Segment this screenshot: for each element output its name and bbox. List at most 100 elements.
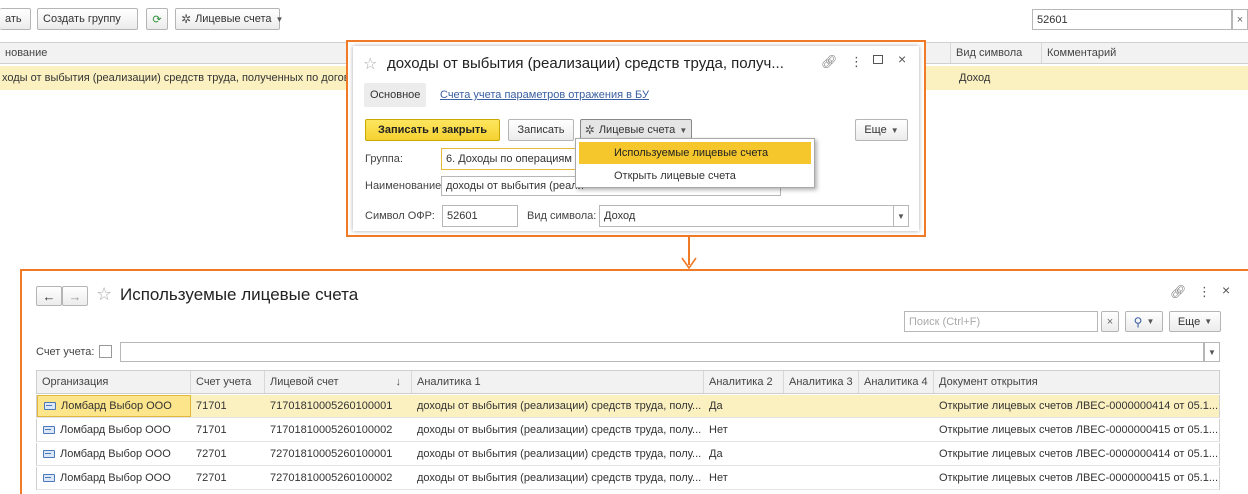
save-button[interactable]: Записать xyxy=(508,119,574,141)
background-toolbar: ать Создать группу ⟳ ✲ Лицевые счета ▼ 5… xyxy=(0,0,1248,40)
row-doc-text: Открытие лицевых счетов ЛВЕС-0000000414 … xyxy=(939,400,1219,412)
table-row[interactable]: Ломбард Выбор ООО 71701 7170181000526010… xyxy=(36,395,1220,418)
col-account[interactable]: Счет учета xyxy=(191,371,265,393)
row-org-text: Ломбард Выбор ООО xyxy=(60,424,171,436)
account-filter-checkbox[interactable] xyxy=(99,345,112,358)
bg-col-symbol-type[interactable]: Вид символа xyxy=(950,43,1042,63)
col-personal-account[interactable]: Лицевой счет ↓ xyxy=(265,371,412,393)
connector-arrow-icon xyxy=(681,257,697,270)
row-org: Ломбард Выбор ООО xyxy=(37,419,191,441)
menu-item-used-accounts[interactable]: Используемые лицевые счета xyxy=(579,142,811,164)
row-account-text: 72701 xyxy=(196,472,227,484)
account-filter-dropdown[interactable]: ▼ xyxy=(1204,342,1220,362)
more-button[interactable]: Еще ▼ xyxy=(855,119,908,141)
row-doc: Открытие лицевых счетов ЛВЕС-0000000415 … xyxy=(934,419,1221,441)
symbol-field[interactable]: 52601 xyxy=(442,205,518,227)
row-an2: Да xyxy=(704,443,784,465)
kebab-icon[interactable]: ⋮ xyxy=(850,54,863,70)
row-an1: доходы от выбытия (реализации) средств т… xyxy=(412,467,704,489)
forward-button[interactable]: → xyxy=(62,286,88,306)
close-icon[interactable]: × xyxy=(1222,282,1230,298)
menu-item-open-accounts[interactable]: Открыть лицевые счета xyxy=(579,165,811,187)
row-an2: Нет xyxy=(704,419,784,441)
more-label: Еще xyxy=(864,124,887,136)
chevron-down-icon: ▼ xyxy=(897,211,905,221)
row-personal-text: 72701810005260100002 xyxy=(270,472,393,484)
create-group-button[interactable]: Создать группу xyxy=(37,8,138,30)
search-input[interactable]: Поиск (Ctrl+F) xyxy=(904,311,1098,332)
row-org-text: Ломбард Выбор ООО xyxy=(61,400,172,412)
col-analytics-4[interactable]: Аналитика 4 xyxy=(859,371,934,393)
search-button[interactable]: ⚲ ▼ xyxy=(1125,311,1163,332)
account-filter-label: Счет учета: xyxy=(36,346,95,358)
used-accounts-window: ← → ☆ Используемые лицевые счета 🔗︎ ⋮ × … xyxy=(20,269,1248,494)
save-close-label: Записать и закрыть xyxy=(377,124,488,136)
row-org-text: Ломбард Выбор ООО xyxy=(60,448,171,460)
search-clear-button[interactable]: × xyxy=(1101,311,1119,332)
row-an2: Да xyxy=(704,395,784,417)
col-analytics-1[interactable]: Аналитика 1 xyxy=(412,371,704,393)
symbol-type-field[interactable]: Доход xyxy=(599,205,894,227)
col-an4-label: Аналитика 4 xyxy=(864,376,928,388)
bg-col-comment[interactable]: Комментарий xyxy=(1042,43,1248,63)
bg-col-comment-label: Комментарий xyxy=(1047,47,1117,59)
bg-col-symbol-type-label: Вид символа xyxy=(956,47,1023,59)
link-icon[interactable]: 🔗︎ xyxy=(1170,284,1187,300)
row-personal: 72701810005260100001 xyxy=(265,443,412,465)
col-an2-label: Аналитика 2 xyxy=(709,376,773,388)
table-row[interactable]: Ломбард Выбор ООО 72701 7270181000526010… xyxy=(36,443,1220,466)
row-doc-text: Открытие лицевых счетов ЛВЕС-0000000415 … xyxy=(939,424,1219,436)
symbol-type-value: Доход xyxy=(604,210,636,222)
bg-row-symbol-type: Доход xyxy=(950,66,1042,90)
link-icon[interactable]: 🔗︎ xyxy=(821,54,838,70)
bg-search-input[interactable]: 52601 xyxy=(1032,9,1232,30)
row-an2-text: Да xyxy=(709,400,723,412)
save-label: Записать xyxy=(517,124,565,136)
partial-create-label: ать xyxy=(5,13,22,25)
maximize-icon[interactable] xyxy=(873,55,883,64)
bg-search-value: 52601 xyxy=(1037,13,1068,26)
col-analytics-2[interactable]: Аналитика 2 xyxy=(704,371,784,393)
grid-header: Организация Счет учета Лицевой счет ↓ Ан… xyxy=(36,370,1220,394)
back-button[interactable]: ← xyxy=(36,286,62,306)
bg-accounts-button[interactable]: ✲ Лицевые счета ▼ xyxy=(175,8,283,30)
row-an1-text: доходы от выбытия (реализации) средств т… xyxy=(417,472,702,484)
name-value: доходы от выбытия (реали xyxy=(446,180,584,192)
chevron-down-icon: ▼ xyxy=(1146,317,1155,326)
save-close-button[interactable]: Записать и закрыть xyxy=(365,119,500,141)
col-analytics-3[interactable]: Аналитика 3 xyxy=(784,371,859,393)
chevron-down-icon: ▼ xyxy=(1208,347,1216,357)
row-doc-text: Открытие лицевых счетов ЛВЕС-0000000414 … xyxy=(939,448,1219,460)
refresh-button[interactable]: ⟳ xyxy=(146,8,168,30)
close-icon[interactable]: × xyxy=(898,51,906,67)
table-row[interactable]: Ломбард Выбор ООО 71701 7170181000526010… xyxy=(36,419,1220,442)
tab-main[interactable]: Основное xyxy=(364,83,427,107)
sort-arrow-icon: ↓ xyxy=(395,376,402,388)
row-an1-text: доходы от выбытия (реализации) средств т… xyxy=(417,448,702,460)
star-icon[interactable]: ☆ xyxy=(363,54,377,74)
bg-row-name-text: ходы от выбытия (реализации) средств тру… xyxy=(2,72,362,84)
more-button[interactable]: Еще ▼ xyxy=(1169,311,1221,332)
col-org[interactable]: Организация xyxy=(37,371,191,393)
row-doc-text: Открытие лицевых счетов ЛВЕС-0000000415 … xyxy=(939,472,1219,484)
row-an1: доходы от выбытия (реализации) средств т… xyxy=(412,419,704,441)
back-arrow-icon: ← xyxy=(42,288,56,304)
row-account: 72701 xyxy=(191,443,265,465)
bg-search-clear-button[interactable]: × xyxy=(1232,9,1248,30)
kebab-icon[interactable]: ⋮ xyxy=(1198,284,1211,300)
row-org: Ломбард Выбор ООО xyxy=(37,467,191,489)
star-icon[interactable]: ☆ xyxy=(96,284,112,305)
row-an1-text: доходы от выбытия (реализации) средств т… xyxy=(417,424,702,436)
row-doc: Открытие лицевых счетов ЛВЕС-0000000415 … xyxy=(934,467,1221,489)
group-field[interactable]: 6. Доходы по операциям с xyxy=(441,148,581,170)
partial-create-button[interactable]: ать xyxy=(0,8,31,30)
tab-main-label: Основное xyxy=(370,89,421,101)
account-filter-field[interactable] xyxy=(120,342,1204,362)
symbol-value: 52601 xyxy=(447,210,478,222)
col-document[interactable]: Документ открытия xyxy=(934,371,1221,393)
window-title: Используемые лицевые счета xyxy=(120,285,359,304)
chevron-down-icon: ▼ xyxy=(275,14,284,24)
symbol-type-dropdown-button[interactable]: ▼ xyxy=(893,205,909,227)
tab-accounts-link[interactable]: Счета учета параметров отражения в БУ xyxy=(440,89,649,101)
table-row[interactable]: Ломбард Выбор ООО 72701 7270181000526010… xyxy=(36,467,1220,490)
